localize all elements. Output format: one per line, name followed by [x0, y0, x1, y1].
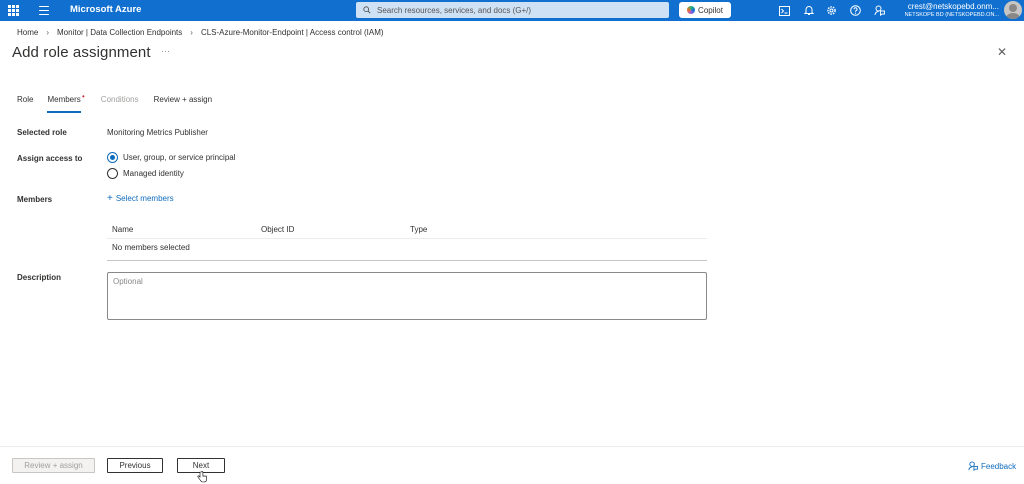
hand-cursor-icon: [197, 471, 207, 483]
table-header: Name Object ID Type: [107, 222, 707, 239]
more-options-icon[interactable]: ···: [161, 46, 170, 56]
empty-members-text: No members selected: [112, 243, 190, 252]
radio-label: Managed identity: [123, 169, 184, 178]
breadcrumb-access-control[interactable]: CLS-Azure-Monitor-Endpoint | Access cont…: [201, 28, 384, 37]
description-field[interactable]: [107, 272, 707, 320]
assign-access-label: Assign access to: [17, 154, 83, 163]
radio-selected-icon: [107, 152, 118, 163]
members-label: Members: [17, 195, 53, 204]
feedback-icon[interactable]: [874, 5, 885, 16]
review-assign-button[interactable]: Review + assign: [12, 458, 95, 473]
user-tenant: NETSKOPE BD (NETSKOPEBD.ON...: [904, 12, 999, 18]
search-icon: [363, 6, 371, 14]
radio-unselected-icon: [107, 168, 118, 179]
copilot-icon: [687, 6, 696, 14]
copilot-label: Copilot: [698, 5, 723, 15]
select-members-label: Select members: [115, 194, 174, 203]
breadcrumb-separator: ›: [190, 28, 193, 37]
close-icon[interactable]: ✕: [997, 46, 1007, 58]
breadcrumb: Home › Monitor | Data Collection Endpoin…: [17, 28, 384, 37]
page-title: Add role assignment: [12, 44, 151, 61]
feedback-label: Feedback: [981, 461, 1017, 471]
tab-label: Role: [17, 95, 34, 104]
description-label: Description: [17, 273, 62, 282]
user-account[interactable]: crest@netskopebd.onm... NETSKOPE BD (NET…: [903, 2, 999, 18]
breadcrumb-home[interactable]: Home: [17, 28, 38, 37]
wizard-tabs: Role Members • Conditions Review + assign: [17, 92, 212, 113]
members-table: Name Object ID Type No members selected: [107, 222, 707, 261]
table-row: No members selected: [107, 239, 707, 261]
gear-icon[interactable]: [826, 5, 837, 16]
waffle-icon[interactable]: [8, 5, 19, 16]
radio-managed-identity[interactable]: Managed identity: [107, 168, 184, 179]
help-icon[interactable]: [850, 5, 861, 16]
column-header-object-id[interactable]: Object ID: [261, 225, 294, 234]
feedback-icon: [968, 461, 978, 471]
selected-role-value: Monitoring Metrics Publisher: [107, 128, 208, 137]
search-input[interactable]: [377, 5, 657, 15]
cloud-shell-icon[interactable]: [779, 5, 790, 16]
radio-label: User, group, or service principal: [123, 153, 236, 162]
plus-icon: +: [107, 192, 113, 204]
copilot-button[interactable]: Copilot: [679, 2, 731, 18]
select-members-link[interactable]: + Select members: [107, 192, 174, 204]
required-indicator: •: [81, 92, 85, 101]
column-header-name[interactable]: Name: [112, 225, 133, 234]
avatar[interactable]: [1004, 1, 1022, 19]
previous-button[interactable]: Previous: [107, 458, 163, 473]
column-header-type[interactable]: Type: [410, 225, 427, 234]
breadcrumb-monitor[interactable]: Monitor | Data Collection Endpoints: [57, 28, 182, 37]
search-box[interactable]: [356, 2, 669, 18]
tab-review-assign[interactable]: Review + assign: [154, 95, 212, 113]
top-bar: Microsoft Azure Copilot crest@netskopebd…: [0, 0, 1024, 21]
tab-members[interactable]: Members •: [47, 92, 85, 113]
tab-label: Conditions: [100, 95, 139, 104]
tab-conditions[interactable]: Conditions: [101, 95, 139, 113]
breadcrumb-separator: ›: [46, 28, 50, 37]
radio-user-group-sp[interactable]: User, group, or service principal: [107, 152, 236, 163]
bell-icon[interactable]: [803, 5, 814, 16]
brand-title[interactable]: Microsoft Azure: [70, 4, 141, 15]
feedback-link[interactable]: Feedback: [968, 461, 1016, 471]
tab-label: Review + assign: [153, 95, 213, 104]
tab-role[interactable]: Role: [17, 95, 33, 113]
user-email: crest@netskopebd.onm...: [907, 2, 999, 11]
tab-label: Members: [47, 95, 81, 104]
hamburger-icon[interactable]: [39, 6, 49, 15]
selected-role-label: Selected role: [17, 128, 67, 137]
